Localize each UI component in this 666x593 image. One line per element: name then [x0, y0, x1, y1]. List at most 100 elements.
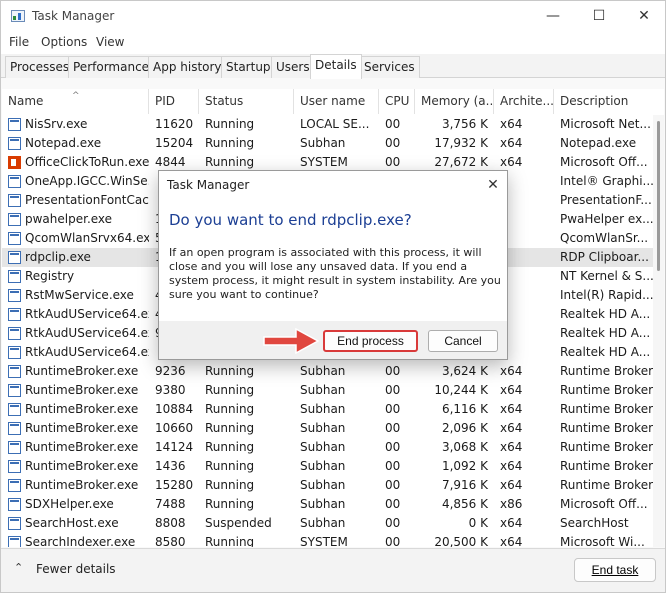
tab-processes[interactable]: Processes — [5, 56, 75, 78]
minimize-icon[interactable]: — — [530, 1, 576, 32]
table-row[interactable]: RuntimeBroker.exe 14124 Running Subhan 00 3,0… — [2, 438, 664, 457]
cell-desc: Realtek HD A... — [560, 345, 651, 359]
process-icon — [8, 137, 21, 150]
table-row[interactable]: RuntimeBroker.exe 10884 Running Subhan 00 6,1… — [2, 400, 664, 419]
cell-cpu: 00 — [385, 421, 401, 435]
cell-cpu: 00 — [385, 136, 401, 150]
column-header-cpu[interactable]: CPU — [379, 89, 415, 114]
cell-memory: 3,624 K — [441, 364, 488, 378]
cell-name: SearchHost.exe — [25, 516, 119, 530]
process-icon — [8, 498, 21, 511]
cancel-button[interactable]: Cancel — [428, 330, 498, 352]
table-row[interactable]: RuntimeBroker.exe 10660 Running Subhan 00 2,0… — [2, 419, 664, 438]
maximize-icon[interactable]: ☐ — [576, 1, 622, 32]
cell-status: Running — [205, 402, 255, 416]
end-task-button[interactable]: End task — [574, 558, 656, 582]
cell-pid: 10884 — [155, 402, 194, 416]
cell-arch: x64 — [500, 516, 523, 530]
menu-view[interactable]: View — [96, 35, 124, 49]
menu-options[interactable]: Options — [41, 35, 87, 49]
menu-file[interactable]: File — [9, 35, 29, 49]
cell-pid: 15204 — [155, 136, 194, 150]
cell-memory: 1,092 K — [441, 459, 488, 473]
column-header-memory[interactable]: Memory (a... — [415, 89, 494, 114]
column-header-user-name[interactable]: User name — [294, 89, 379, 114]
cell-desc: Realtek HD A... — [560, 326, 651, 340]
table-row[interactable]: Notepad.exe 15204 Running Subhan 00 17,932 K x… — [2, 134, 664, 153]
footer-bar: ⌃ Fewer details End task — [1, 548, 665, 592]
close-icon[interactable]: ✕ — [621, 1, 666, 32]
cell-desc: RDP Clipboar... — [560, 250, 649, 264]
dialog-close-icon[interactable]: ✕ — [481, 174, 505, 196]
chevron-up-icon[interactable]: ⌃ — [14, 561, 23, 574]
cell-desc: Microsoft Wi... — [560, 535, 645, 547]
cell-user: LOCAL SE... — [300, 117, 370, 131]
cell-cpu: 00 — [385, 117, 401, 131]
tab-performance[interactable]: Performance — [68, 56, 155, 78]
column-header-name[interactable]: Name ^ — [2, 89, 149, 114]
cell-pid: 14124 — [155, 440, 194, 454]
cell-desc: Runtime Broker — [560, 402, 653, 416]
tab-services[interactable]: Services — [359, 56, 420, 78]
cell-name: SearchIndexer.exe — [25, 535, 136, 547]
cell-pid: 7488 — [155, 497, 186, 511]
column-header-architecture[interactable]: Archite... — [494, 89, 554, 114]
process-icon — [8, 346, 21, 359]
cell-name: RuntimeBroker.exe — [25, 402, 139, 416]
vertical-scrollbar[interactable] — [653, 115, 664, 547]
end-process-button[interactable]: End process — [323, 330, 418, 352]
table-row[interactable]: SearchHost.exe 8808 Suspended Subhan 00 0 K x6… — [2, 514, 664, 533]
table-row[interactable]: NisSrv.exe 11620 Running LOCAL SE... 00 3,756… — [2, 115, 664, 134]
sort-ascending-icon: ^ — [72, 91, 80, 101]
cell-pid: 11620 — [155, 117, 194, 131]
cell-memory: 10,244 K — [434, 383, 488, 397]
cell-user: Subhan — [300, 402, 346, 416]
table-row[interactable]: RuntimeBroker.exe 15280 Running Subhan 00 7,9… — [2, 476, 664, 495]
tab-users[interactable]: Users — [271, 56, 315, 78]
column-header-status[interactable]: Status — [199, 89, 294, 114]
process-icon — [8, 536, 21, 547]
process-icon — [8, 403, 21, 416]
tab-app-history[interactable]: App history — [148, 56, 227, 78]
cell-name: SDXHelper.exe — [25, 497, 114, 511]
cell-name: RuntimeBroker.exe — [25, 440, 139, 454]
cell-name: RuntimeBroker.exe — [25, 421, 139, 435]
table-row[interactable]: RuntimeBroker.exe 1436 Running Subhan 00 1,09… — [2, 457, 664, 476]
cell-status: Running — [205, 478, 255, 492]
fewer-details-link[interactable]: Fewer details — [36, 562, 116, 576]
scrollbar-thumb[interactable] — [657, 121, 660, 271]
cell-arch: x64 — [500, 440, 523, 454]
cell-arch: x64 — [500, 535, 523, 547]
column-header-description[interactable]: Description — [554, 89, 653, 114]
cell-arch: x64 — [500, 136, 523, 150]
cell-user: Subhan — [300, 459, 346, 473]
table-row[interactable]: RuntimeBroker.exe 9236 Running Subhan 00 3,62… — [2, 362, 664, 381]
cell-desc: PwaHelper ex... — [560, 212, 653, 226]
cell-pid: 15280 — [155, 478, 194, 492]
cell-pid: 9236 — [155, 364, 186, 378]
cell-name: Registry — [25, 269, 75, 283]
cell-status: Running — [205, 364, 255, 378]
dialog-button-bar: End process Cancel — [159, 321, 507, 359]
cell-arch: x86 — [500, 497, 523, 511]
cell-memory: 7,916 K — [441, 478, 488, 492]
cell-desc: NT Kernel & S... — [560, 269, 653, 283]
cell-arch: x64 — [500, 364, 523, 378]
tab-details[interactable]: Details — [310, 54, 362, 79]
cell-cpu: 00 — [385, 383, 401, 397]
cell-pid: 9380 — [155, 383, 186, 397]
cell-user: Subhan — [300, 497, 346, 511]
tab-startup[interactable]: Startup — [221, 56, 276, 78]
column-header-pid[interactable]: PID — [149, 89, 199, 114]
cell-desc: Microsoft Net... — [560, 117, 651, 131]
process-icon — [8, 479, 21, 492]
cell-desc: Intel® Graphi... — [560, 174, 653, 188]
table-row[interactable]: SearchIndexer.exe 8580 Running SYSTEM 00 20,5… — [2, 533, 664, 547]
cell-name: NisSrv.exe — [25, 117, 88, 131]
cell-desc: QcomWlanSr... — [560, 231, 649, 245]
table-row[interactable]: RuntimeBroker.exe 9380 Running Subhan 00 10,2… — [2, 381, 664, 400]
cell-user: Subhan — [300, 136, 346, 150]
cell-name: RuntimeBroker.exe — [25, 478, 139, 492]
cell-status: Running — [205, 535, 255, 547]
table-row[interactable]: SDXHelper.exe 7488 Running Subhan 00 4,856 K x… — [2, 495, 664, 514]
